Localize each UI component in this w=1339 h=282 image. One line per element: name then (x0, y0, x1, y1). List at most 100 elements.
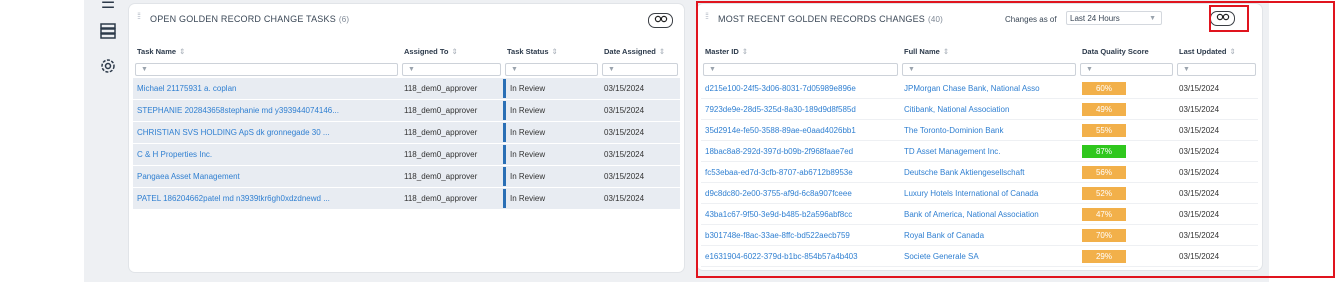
quality-score-badge: 47% (1082, 207, 1126, 221)
sort-icon[interactable]: ⇕ (659, 47, 665, 56)
task-name-link[interactable]: STEPHANIE 202843658stephanie md y3939440… (133, 99, 400, 122)
column-header-task-status[interactable]: Task Status ⇕ (503, 41, 600, 61)
assigned-to: 118_dem0_approver (400, 99, 503, 122)
full-name-link[interactable]: Luxury Hotels International of Canada (900, 182, 1078, 204)
filter-input[interactable]: ▼ (135, 63, 398, 76)
table-row[interactable]: d215e100-24f5-3d06-8031-7d05989e896e JPMo… (701, 78, 1258, 99)
quality-score-badge: 60% (1082, 81, 1126, 95)
last-updated: 03/15/2024 (1175, 224, 1258, 246)
table-row[interactable]: C & H Properties Inc. 118_dem0_approver In… (133, 143, 680, 166)
sort-icon[interactable]: ⇕ (1230, 47, 1236, 56)
quality-score-cell: 70% (1078, 224, 1175, 246)
master-id-link[interactable]: fc53ebaa-ed7d-3cfb-8707-ab6712b8953e (701, 161, 900, 183)
assigned-to: 118_dem0_approver (400, 143, 503, 166)
column-header-last-updated[interactable]: Last Updated ⇕ (1175, 41, 1258, 61)
view-button-highlight (1209, 5, 1249, 32)
last-updated: 03/15/2024 (1175, 245, 1258, 267)
full-name-link[interactable]: The Toronto-Dominion Bank (900, 119, 1078, 141)
sort-icon[interactable]: ⇕ (451, 47, 457, 56)
table-row[interactable]: 43ba1c67-9f50-3e9d-b485-b2a596abf8cc Bank… (701, 203, 1258, 225)
table-row[interactable]: fc53ebaa-ed7d-3cfb-8707-ab6712b8953e Deut… (701, 161, 1258, 183)
master-id-link[interactable]: b301748e-f8ac-33ae-8ffc-bd522aecb759 (701, 224, 900, 246)
table-row[interactable]: Pangaea Asset Management 118_dem0_approve… (133, 165, 680, 188)
filter-icon: ▼ (511, 66, 518, 73)
table-row[interactable]: d717dd9a-c0c2-334e-830e-56db2a6fcde8The … (701, 266, 1258, 270)
panel-header: ⁞⁞ MOST RECENT GOLDEN RECORDS CHANGES (40… (697, 4, 1262, 34)
filter-input[interactable]: ▼ (902, 63, 1076, 76)
full-name-link[interactable]: TD Asset Management Inc. (900, 140, 1078, 162)
master-id-link[interactable]: 35d2914e-fe50-3588-89ae-e0aad4026bb1 (701, 119, 900, 141)
master-id-link[interactable]: d9c8dc80-2e00-3755-af9d-6c8a907fceee (701, 182, 900, 204)
time-range-select[interactable]: Last 24 Hours ▼ (1066, 11, 1162, 25)
task-status: In Review (503, 145, 596, 164)
assigned-to: 118_dem0_approver (400, 121, 503, 144)
database-icon[interactable] (98, 22, 118, 42)
task-status: In Review (503, 101, 596, 120)
last-updated: 03/15/2024 (1175, 119, 1258, 141)
master-id-link[interactable]: 7923de9e-28d5-325d-8a30-189d9d8f585d (701, 98, 900, 120)
filter-icon: ▼ (908, 66, 915, 73)
full-name-link[interactable]: Bank of America, National Association (900, 203, 1078, 225)
filter-input[interactable]: ▼ (703, 63, 898, 76)
full-name-link[interactable]: Citibank, National Association (900, 98, 1078, 120)
column-label: Date Assigned (604, 46, 656, 56)
last-updated: 03/15/2024 (1175, 161, 1258, 183)
sort-icon[interactable]: ⇕ (943, 47, 949, 56)
full-name-link[interactable]: Royal Bank of Canada (900, 224, 1078, 246)
filter-input[interactable]: ▼ (505, 63, 598, 76)
table-row[interactable]: 18bac8a8-292d-397d-b09b-2f968faae7ed TD A… (701, 140, 1258, 162)
task-name-link[interactable]: Michael 21175931 a. coplan (133, 78, 400, 100)
table-row[interactable]: b301748e-f8ac-33ae-8ffc-bd522aecb759 Roya… (701, 224, 1258, 246)
table-row[interactable]: 35d2914e-fe50-3588-89ae-e0aad4026bb1 The … (701, 119, 1258, 141)
filter-input[interactable]: ▼ (602, 63, 678, 76)
quality-score-cell: 52% (1078, 182, 1175, 204)
master-id-link[interactable]: e1631904-6022-379d-b1bc-854b57a4b403 (701, 245, 900, 267)
filter-icon: ▼ (1183, 66, 1190, 73)
table-row[interactable]: d9c8dc80-2e00-3755-af9d-6c8a907fceee Luxu… (701, 182, 1258, 204)
table-row[interactable]: CHRISTIAN SVS HOLDING ApS dk gronnegade … (133, 121, 680, 144)
column-header-task-name[interactable]: Task Name ⇕ (133, 41, 400, 61)
drag-handle-icon[interactable]: ⁞⁞ (137, 12, 145, 25)
full-name-link[interactable]: JPMorgan Chase Bank, National Asso (900, 78, 1078, 99)
column-header-date-assigned[interactable]: Date Assigned ⇕ (600, 41, 680, 61)
task-name-link[interactable]: C & H Properties Inc. (133, 143, 400, 166)
sort-icon[interactable]: ⇕ (742, 47, 748, 56)
drag-handle-icon[interactable]: ⁞⁞ (705, 12, 713, 25)
full-name-link[interactable]: Societe Generale SA (900, 245, 1078, 267)
task-name-link[interactable]: Pangaea Asset Management (133, 165, 400, 188)
task-name-link[interactable]: CHRISTIAN SVS HOLDING ApS dk gronnegade … (133, 121, 400, 144)
task-name-link[interactable]: PATEL 186204662patel md n3939tkr6gh0xdzd… (133, 187, 400, 210)
column-header-master-id[interactable]: Master ID ⇕ (701, 41, 900, 61)
settings-icon[interactable] (98, 57, 118, 77)
list-icon[interactable]: ☰ (98, 0, 118, 14)
column-label: Data Quality Score (1082, 46, 1149, 56)
master-id-link[interactable]: 18bac8a8-292d-397d-b09b-2f968faae7ed (701, 140, 900, 162)
filter-input[interactable]: ▼ (1080, 63, 1173, 76)
sort-icon[interactable]: ⇕ (552, 47, 558, 56)
filter-input[interactable]: ▼ (402, 63, 501, 76)
assigned-to: 118_dem0_approver (400, 78, 503, 100)
column-header-data-quality-score[interactable]: Data Quality Score (1078, 41, 1175, 61)
table-row[interactable]: Michael 21175931 a. coplan 118_dem0_appro… (133, 78, 680, 100)
date-assigned: 03/15/2024 (600, 187, 680, 210)
master-id-link[interactable]: 43ba1c67-9f50-3e9d-b485-b2a596abf8cc (701, 203, 900, 225)
column-header-assigned-to[interactable]: Assigned To ⇕ (400, 41, 503, 61)
full-name-link[interactable]: The Hongkong and Shanghai Banking (900, 266, 1078, 270)
filter-icon: ▼ (709, 66, 716, 73)
glasses-icon[interactable] (648, 13, 673, 28)
master-id-link[interactable]: d717dd9a-c0c2-334e-830e-56db2a6fcde8 (701, 266, 900, 270)
date-assigned: 03/15/2024 (600, 121, 680, 144)
sort-icon[interactable]: ⇕ (179, 47, 185, 56)
table-row[interactable]: 7923de9e-28d5-325d-8a30-189d9d8f585d Citi… (701, 98, 1258, 120)
column-header-full-name[interactable]: Full Name ⇕ (900, 41, 1078, 61)
table-row[interactable]: STEPHANIE 202843658stephanie md y3939440… (133, 99, 680, 122)
table-row[interactable]: e1631904-6022-379d-b1bc-854b57a4b403 Soci… (701, 245, 1258, 267)
time-range-value: Last 24 Hours (1070, 14, 1120, 23)
filter-icon: ▼ (608, 66, 615, 73)
chevron-down-icon: ▼ (1149, 15, 1156, 22)
filter-input[interactable]: ▼ (1177, 63, 1256, 76)
column-label: Task Status (507, 46, 549, 56)
table-row[interactable]: PATEL 186204662patel md n3939tkr6gh0xdzd… (133, 187, 680, 210)
master-id-link[interactable]: d215e100-24f5-3d06-8031-7d05989e896e (701, 78, 900, 99)
full-name-link[interactable]: Deutsche Bank Aktiengesellschaft (900, 161, 1078, 183)
